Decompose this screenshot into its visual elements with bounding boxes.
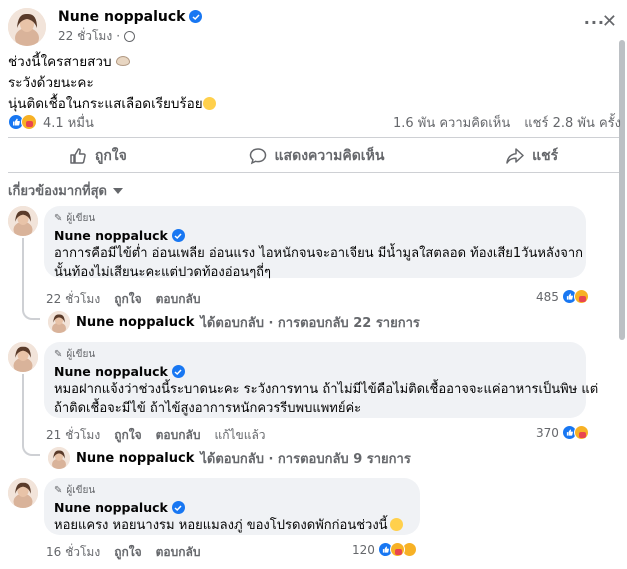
- post-time[interactable]: 22 ชั่วโมง: [58, 27, 112, 46]
- view-replies-button[interactable]: Nune noppaluck ได้ตอบกลับ · การตอบกลับ 2…: [48, 311, 420, 333]
- divider: [8, 172, 619, 173]
- share-arrow-icon: [506, 148, 524, 164]
- care-reaction-icon: [573, 425, 589, 440]
- comment-text-line: ถ้าติดเชื้อจะมีไข้ ถ้าไข้สูงอาการหนักควร…: [54, 401, 362, 416]
- comment-reactions[interactable]: 370: [536, 425, 589, 440]
- reply-thread-line: [22, 238, 40, 320]
- caret-down-icon: [112, 187, 123, 194]
- comment-author[interactable]: Nune noppaluck: [54, 364, 168, 379]
- globe-icon: [124, 30, 136, 42]
- author-badge: ผู้เขียน: [66, 485, 96, 496]
- divider: [8, 137, 619, 138]
- reply-summary: ได้ตอบกลับ · การตอบกลับ 22 รายการ: [200, 315, 420, 331]
- comment-reply-button[interactable]: ตอบกลับ: [156, 426, 201, 445]
- post-author[interactable]: Nune noppaluck: [58, 9, 203, 25]
- reaction-count[interactable]: 4.1 หมื่น: [43, 112, 94, 133]
- comment-text-line: อาการคือมีไข้ต่ำ อ่อนเพลีย อ่อนแรง ไอหนั…: [54, 246, 584, 261]
- comment-actions: 22 ชั่วโมง ถูกใจ ตอบกลับ: [46, 290, 200, 309]
- share-button[interactable]: แชร์: [488, 141, 576, 171]
- post-line-2: ระวังด้วยนะคะ: [8, 75, 94, 91]
- reply-thread-line: [22, 374, 40, 456]
- like-button-label: ถูกใจ: [94, 148, 127, 164]
- comment-like-button[interactable]: ถูกใจ: [114, 426, 141, 445]
- comment-actions: 21 ชั่วโมง ถูกใจ ตอบกลับ แก้ไขแล้ว: [46, 426, 266, 445]
- comment-avatar[interactable]: [8, 478, 38, 508]
- comment-avatar[interactable]: [8, 206, 38, 236]
- comment-bubble: ✎ ผู้เขียน Nune noppaluck หมอฝากแจ้งว่าช่…: [44, 342, 599, 418]
- pencil-icon: ✎: [54, 213, 63, 224]
- comment-reactions[interactable]: 485: [536, 289, 589, 304]
- comment-like-button[interactable]: ถูกใจ: [114, 543, 141, 562]
- comment-text-line: หมอฝากแจ้งว่าช่วงนี้ระบาดนะคะ ระวังการทา…: [54, 382, 599, 397]
- comment-bubble: ✎ ผู้เขียน Nune noppaluck อาการคือมีไข้ต่…: [44, 206, 586, 280]
- verified-badge-icon: [171, 229, 185, 242]
- comment-button[interactable]: แสดงความคิดเห็น: [231, 141, 403, 171]
- sort-label: เกี่ยวข้องมากที่สุด: [8, 184, 107, 199]
- comment-reactions[interactable]: 120: [352, 542, 417, 557]
- comment-author[interactable]: Nune noppaluck: [54, 500, 168, 515]
- reply-avatar: [48, 311, 70, 333]
- comment-avatar[interactable]: [8, 342, 38, 372]
- crying-face-icon: [389, 518, 403, 531]
- pencil-icon: ✎: [54, 485, 63, 496]
- verified-badge-icon: [189, 10, 203, 23]
- post-actions: ถูกใจ แสดงความคิดเห็น แชร์: [8, 140, 619, 172]
- comment-time[interactable]: 22 ชั่วโมง: [46, 290, 100, 309]
- post-stats: 4.1 หมื่น 1.6 พัน ความคิดเห็น แชร์ 2.8 พ…: [8, 112, 621, 132]
- comment-text-line: หอยแครง หอยนางรม หอยแมลงภู่ ของโปรดงดพัก…: [54, 518, 388, 533]
- comment-reaction-count: 120: [352, 542, 375, 557]
- verified-badge-icon: [171, 365, 185, 378]
- comment-time[interactable]: 21 ชั่วโมง: [46, 426, 100, 445]
- comment-reaction-count: 485: [536, 289, 559, 304]
- comment-button-label: แสดงความคิดเห็น: [274, 148, 385, 164]
- reply-avatar: [48, 447, 70, 469]
- reply-author: Nune noppaluck: [76, 314, 195, 330]
- care-reaction-icon: [573, 289, 589, 304]
- author-badge: ผู้เขียน: [66, 349, 96, 360]
- thumbs-up-icon: [70, 148, 86, 164]
- scrollbar[interactable]: [619, 40, 625, 340]
- edited-label[interactable]: แก้ไขแล้ว: [214, 426, 265, 445]
- post-header: Nune noppaluck 22 ชั่วโมง · ··· ✕: [8, 7, 619, 47]
- care-reaction-icon: [21, 114, 37, 130]
- share-count[interactable]: แชร์ 2.8 พัน ครั้ง: [524, 112, 621, 133]
- verified-badge-icon: [171, 501, 185, 514]
- sad-face-icon: [202, 97, 216, 110]
- comment-author[interactable]: Nune noppaluck: [54, 228, 168, 243]
- post-line-3: นุ่นติดเชื้อในกระแสเลือดเรียบร้อย: [8, 96, 203, 112]
- like-button[interactable]: ถูกใจ: [51, 141, 145, 171]
- care-reaction-icon: [389, 542, 405, 557]
- close-icon[interactable]: ✕: [602, 11, 617, 32]
- comment-like-button[interactable]: ถูกใจ: [114, 290, 141, 309]
- view-replies-button[interactable]: Nune noppaluck ได้ตอบกลับ · การตอบกลับ 9…: [48, 447, 411, 469]
- comment-reply-button[interactable]: ตอบกลับ: [156, 543, 201, 562]
- author-badge: ผู้เขียน: [66, 213, 96, 224]
- comment-time[interactable]: 16 ชั่วโมง: [46, 543, 100, 562]
- comment-reply-button[interactable]: ตอบกลับ: [156, 290, 201, 309]
- comment-text-line: นั้นท้องไม่เสียนะคะแต่ปวดท้องอ่อนๆถี่ๆ: [54, 265, 272, 280]
- reply-author: Nune noppaluck: [76, 450, 195, 466]
- comment-reaction-count: 370: [536, 425, 559, 440]
- reply-summary: ได้ตอบกลับ · การตอบกลับ 9 รายการ: [200, 451, 411, 467]
- reaction-icons[interactable]: [8, 114, 37, 130]
- post-author-label[interactable]: Nune noppaluck: [58, 9, 185, 25]
- pencil-icon: ✎: [54, 349, 63, 360]
- comment-bubble-icon: [249, 148, 266, 165]
- post-line-1: ช่วงนี้ใครสายสวบ: [8, 54, 112, 70]
- post-text: ช่วงนี้ใครสายสวบ ระวังด้วยนะคะ นุ่นติดเช…: [8, 52, 216, 115]
- comment-bubble: ✎ ผู้เขียน Nune noppaluck หอยแครง หอยนางร…: [44, 478, 420, 535]
- comment-count[interactable]: 1.6 พัน ความคิดเห็น: [393, 112, 510, 133]
- share-button-label: แชร์: [532, 148, 559, 164]
- comment-actions: 16 ชั่วโมง ถูกใจ ตอบกลับ: [46, 543, 200, 562]
- author-avatar[interactable]: [8, 8, 46, 46]
- comment-sort-dropdown[interactable]: เกี่ยวข้องมากที่สุด: [8, 180, 123, 201]
- rugby-ball-icon: [115, 56, 130, 66]
